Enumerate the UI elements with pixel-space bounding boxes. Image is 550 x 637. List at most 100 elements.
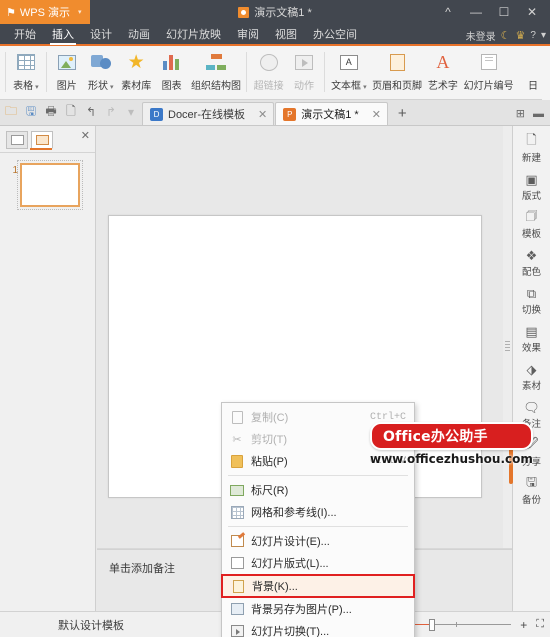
menu-item-review[interactable]: 审阅 [229, 23, 267, 45]
thumbnail-preview[interactable] [17, 160, 83, 210]
collapse-ribbon-button[interactable]: ^ [434, 0, 462, 24]
close-button[interactable]: ✕ [518, 0, 546, 24]
help-icon[interactable]: ? [530, 30, 536, 41]
customize-icon[interactable]: ▾ [123, 102, 139, 122]
task-sidebar: 🗋 新建 ▣ 版式 🗇 模板 ❖ 配色 ⧉ 切换 ▤ 效果 ⬗ 素材 🗨 备注 … [509, 126, 550, 611]
menu-item-view[interactable]: 视图 [267, 23, 305, 45]
sidebar-item-new[interactable]: 🗋 新建 [513, 132, 550, 166]
ribbon-overflow[interactable] [542, 46, 550, 100]
ribbon-button-table[interactable]: 表格 ▾ [9, 46, 43, 98]
sidebar-item-color-scheme[interactable]: ❖ 配色 [513, 246, 550, 280]
menu-item-animation[interactable]: 动画 [120, 23, 158, 45]
close-icon[interactable]: ✕ [258, 108, 267, 121]
document-tab-bar: 🗀 🖫 🖶 🗋 ↰ ↱ ▾ D Docer-在线模板 ✕ P 演示文稿1 * ✕… [0, 100, 550, 126]
sidebar-item-backup[interactable]: 🖫 备份 [513, 474, 550, 508]
menu-item-insert[interactable]: 插入 [44, 23, 82, 45]
menu-item-design[interactable]: 设计 [82, 23, 120, 45]
sidebar-item-layout[interactable]: ▣ 版式 [513, 170, 550, 204]
close-icon[interactable]: ✕ [372, 108, 381, 121]
window-controls: ^ — ☐ ✕ [434, 0, 546, 24]
menu-item-start[interactable]: 开始 [6, 23, 44, 45]
wps-app-tab[interactable]: ⚑ WPS 演示 ▾ [0, 0, 90, 24]
context-menu-item-slide-design[interactable]: 幻灯片设计(E)... [222, 530, 414, 552]
undo-icon[interactable]: ↰ [83, 102, 99, 122]
context-label-copy: 复制(C) [251, 412, 289, 424]
template-icon: 🗇 [525, 207, 538, 223]
ribbon-label-action: 动作 [294, 81, 315, 92]
slides-tab[interactable] [31, 130, 53, 149]
wpp-icon: P [283, 107, 297, 121]
maximize-button[interactable]: ☐ [490, 0, 518, 24]
ribbon-label-textbox: 文本框 [331, 81, 362, 92]
ribbon-label-hyperlink: 超链接 [253, 81, 284, 92]
context-menu-item-slide-layout[interactable]: 幻灯片版式(L)... [222, 552, 414, 574]
zoom-slider-knob[interactable] [429, 618, 436, 631]
wordart-icon: A [436, 51, 450, 72]
sidebar-item-effect[interactable]: ▤ 效果 [513, 322, 550, 356]
sidebar-item-template[interactable]: 🗇 模板 [513, 208, 550, 242]
context-menu-item-save-background[interactable]: 背景另存为图片(P)... [222, 598, 414, 620]
scrollbar-grip[interactable] [505, 341, 510, 353]
slide-panel-tabs: ✕ [0, 126, 95, 150]
notes-placeholder[interactable]: 单击添加备注 [109, 560, 175, 576]
shape-icon [90, 49, 111, 75]
context-menu-item-slide-transition[interactable]: 幻灯片切换(T)... [222, 620, 414, 637]
menu-item-office-space[interactable]: 办公空间 [305, 23, 365, 45]
zoom-slider[interactable] [401, 618, 512, 631]
ribbon-button-hyperlink[interactable]: 超链接 [250, 46, 287, 98]
copy-icon [228, 409, 246, 425]
new-tab-button[interactable]: + [389, 102, 416, 125]
redo-icon[interactable]: ↱ [103, 102, 119, 122]
document-tab-bar-right: ⊞ ▬ [516, 102, 550, 125]
context-menu-item-grid-guides[interactable]: 网格和参考线(I)... [222, 501, 414, 523]
open-icon[interactable]: 🗀 [3, 102, 19, 122]
sidebar-item-transition[interactable]: ⧉ 切换 [513, 284, 550, 318]
chevron-down-icon[interactable]: ▾ [541, 30, 546, 41]
ribbon-button-header-footer[interactable]: 页眉和页脚 [370, 46, 425, 98]
ribbon-button-shape[interactable]: 形状 ▾ [84, 46, 118, 98]
ribbon-button-material-library[interactable]: ★ 素材库 [118, 46, 155, 98]
login-status-label[interactable]: 未登录 [466, 28, 496, 43]
ribbon-button-slide-number[interactable]: 幻灯片编号 [461, 46, 516, 98]
context-menu-item-ruler[interactable]: 标尺(R) [222, 479, 414, 501]
document-tab-docer-label: Docer-在线模板 [168, 109, 246, 121]
chevron-down-icon[interactable]: ▾ [78, 8, 82, 16]
org-chart-icon [205, 49, 226, 75]
design-template-label[interactable]: 默认设计模板 [58, 617, 124, 633]
canvas-vertical-scrollbar[interactable] [503, 126, 512, 549]
close-icon[interactable]: ✕ [81, 129, 90, 142]
zoom-in-button[interactable]: + [518, 618, 529, 632]
tab-overflow-icon[interactable]: ▬ [533, 108, 544, 120]
minimize-button[interactable]: — [462, 0, 490, 24]
sidebar-label-material: 素材 [521, 381, 541, 392]
ribbon-button-chart[interactable]: 图表 [155, 46, 189, 98]
ribbon-button-wordart[interactable]: A 艺术字 [424, 46, 461, 98]
save-icon[interactable]: 🖫 [23, 102, 39, 122]
picture-icon [57, 49, 76, 75]
main-workspace: ✕ 1 单击添加备注 🗋 新建 ▣ 版式 🗇 模板 ❖ 配色 ⧉ 切换 ▤ 效果… [0, 126, 550, 637]
menu-item-slideshow[interactable]: 幻灯片放映 [158, 23, 229, 45]
outline-tab[interactable] [6, 130, 28, 149]
sidebar-item-material[interactable]: ⬗ 素材 [513, 360, 550, 394]
fit-to-window-icon[interactable]: ⛶ [536, 618, 544, 631]
ribbon-button-action[interactable]: 动作 [287, 46, 321, 98]
document-tab-docer[interactable]: D Docer-在线模板 ✕ [142, 102, 275, 125]
sidebar-label-backup: 备份 [521, 495, 541, 506]
thumbnail-item[interactable]: 1 [0, 160, 95, 210]
crown-icon[interactable]: ♛ [516, 29, 526, 42]
ribbon-button-textbox[interactable]: A 文本框 ▾ [328, 46, 370, 98]
ribbon-label-wordart: 艺术字 [427, 81, 458, 92]
ribbon-button-picture[interactable]: 图片 [50, 46, 84, 98]
print-preview-icon[interactable]: 🗋 [63, 102, 79, 122]
document-tab-presentation1[interactable]: P 演示文稿1 * ✕ [275, 102, 388, 125]
grid-guides-icon [228, 504, 246, 520]
ribbon-divider [5, 52, 6, 92]
context-menu-item-background[interactable]: 背景(K)... [221, 574, 415, 598]
moon-icon[interactable]: ☾ [501, 29, 511, 42]
sidebar-label-effect: 效果 [521, 343, 541, 354]
context-label-slide-layout: 幻灯片版式(L)... [251, 558, 329, 570]
ribbon-button-org-chart[interactable]: 组织结构图 [189, 46, 244, 98]
quick-access-toolbar: 🗀 🖫 🖶 🗋 ↰ ↱ ▾ [0, 99, 142, 125]
print-icon[interactable]: 🖶 [43, 102, 59, 122]
tab-list-icon[interactable]: ⊞ [516, 107, 525, 120]
